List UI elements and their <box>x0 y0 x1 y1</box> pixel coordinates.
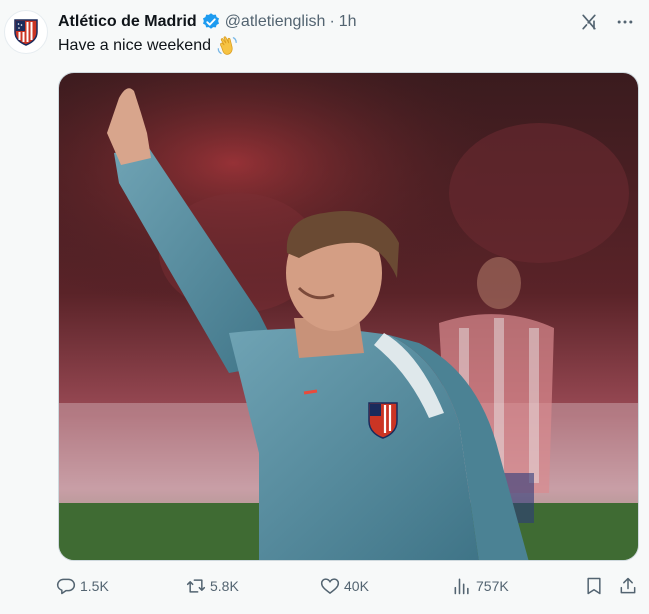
like-button[interactable]: 40K <box>320 574 369 598</box>
verified-badge-icon[interactable] <box>201 12 221 32</box>
views-icon <box>454 578 469 595</box>
share-button[interactable] <box>618 574 638 598</box>
bookmark-button[interactable] <box>584 574 604 598</box>
waving-hand-icon <box>216 35 238 57</box>
retweet-count: 5.8K <box>210 578 239 594</box>
more-icon[interactable] <box>611 10 639 34</box>
bookmark-icon <box>587 577 601 595</box>
views-count: 757K <box>476 578 509 594</box>
like-count: 40K <box>344 578 369 594</box>
display-name[interactable]: Atlético de Madrid <box>58 13 197 31</box>
tweet-header: Atlético de Madrid @atletienglish · 1h <box>58 11 357 33</box>
retweet-icon <box>186 579 206 593</box>
reply-button[interactable]: 1.5K <box>56 574 109 598</box>
tweet-text: Have a nice weekend <box>58 35 238 57</box>
reply-icon <box>56 578 76 595</box>
views-button[interactable]: 757K <box>452 574 509 598</box>
user-handle[interactable]: @atletienglish <box>225 13 326 31</box>
tweet-actions: 1.5K 5.8K 40K 757K <box>52 574 644 598</box>
avatar[interactable] <box>4 10 48 54</box>
separator-dot: · <box>329 13 335 30</box>
tweet-text-body: Have a nice weekend <box>58 37 211 54</box>
timestamp[interactable]: 1h <box>339 13 357 31</box>
retweet-button[interactable]: 5.8K <box>186 574 239 598</box>
tweet-top-actions <box>575 10 639 34</box>
reply-count: 1.5K <box>80 578 109 594</box>
atletico-crest-icon <box>14 19 38 46</box>
tweet-photo[interactable] <box>58 72 639 561</box>
heart-icon <box>320 578 340 594</box>
share-icon <box>620 577 636 594</box>
grok-icon[interactable] <box>575 10 603 34</box>
tweet[interactable]: Atlético de Madrid @atletienglish · 1h H… <box>0 0 649 614</box>
